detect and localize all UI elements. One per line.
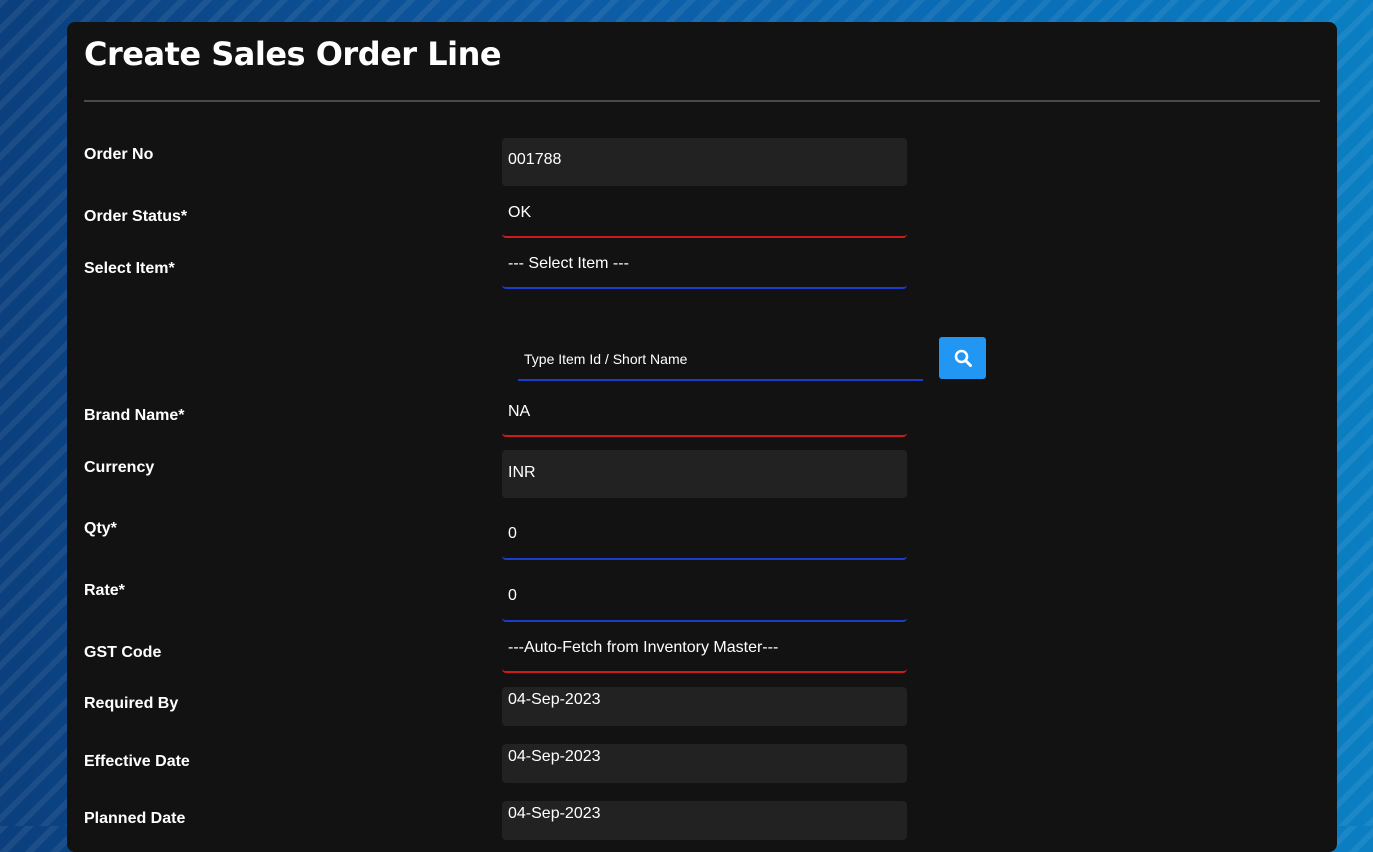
qty-label: Qty* bbox=[84, 520, 117, 537]
order-status-field[interactable]: OK bbox=[502, 195, 907, 238]
select-item-label: Select Item* bbox=[84, 260, 175, 277]
currency-label: Currency bbox=[84, 459, 155, 476]
planned-date-field[interactable]: 04-Sep-2023 bbox=[502, 801, 907, 840]
item-search-input[interactable] bbox=[518, 339, 923, 381]
planned-date-label: Planned Date bbox=[84, 810, 186, 827]
search-button[interactable] bbox=[939, 337, 986, 379]
rate-label: Rate* bbox=[84, 582, 125, 599]
form-card: Create Sales Order Line Order No 001788 … bbox=[67, 22, 1337, 852]
currency-field: INR bbox=[502, 450, 907, 498]
search-icon bbox=[954, 349, 972, 367]
title-divider bbox=[84, 100, 1320, 102]
qty-field[interactable]: 0 bbox=[502, 508, 907, 560]
page-title: Create Sales Order Line bbox=[84, 35, 502, 73]
rate-field[interactable]: 0 bbox=[502, 570, 907, 622]
gst-code-field[interactable]: ---Auto-Fetch from Inventory Master--- bbox=[502, 630, 907, 673]
brand-name-label: Brand Name* bbox=[84, 407, 185, 424]
effective-date-field[interactable]: 04-Sep-2023 bbox=[502, 744, 907, 783]
effective-date-label: Effective Date bbox=[84, 753, 190, 770]
order-no-label: Order No bbox=[84, 146, 154, 163]
order-no-field: 001788 bbox=[502, 138, 907, 186]
required-by-label: Required By bbox=[84, 695, 179, 712]
select-item-dropdown[interactable]: --- Select Item --- bbox=[502, 246, 907, 289]
order-status-label: Order Status* bbox=[84, 208, 188, 225]
brand-name-field[interactable]: NA bbox=[502, 394, 907, 437]
gst-code-label: GST Code bbox=[84, 644, 162, 661]
required-by-field[interactable]: 04-Sep-2023 bbox=[502, 687, 907, 726]
